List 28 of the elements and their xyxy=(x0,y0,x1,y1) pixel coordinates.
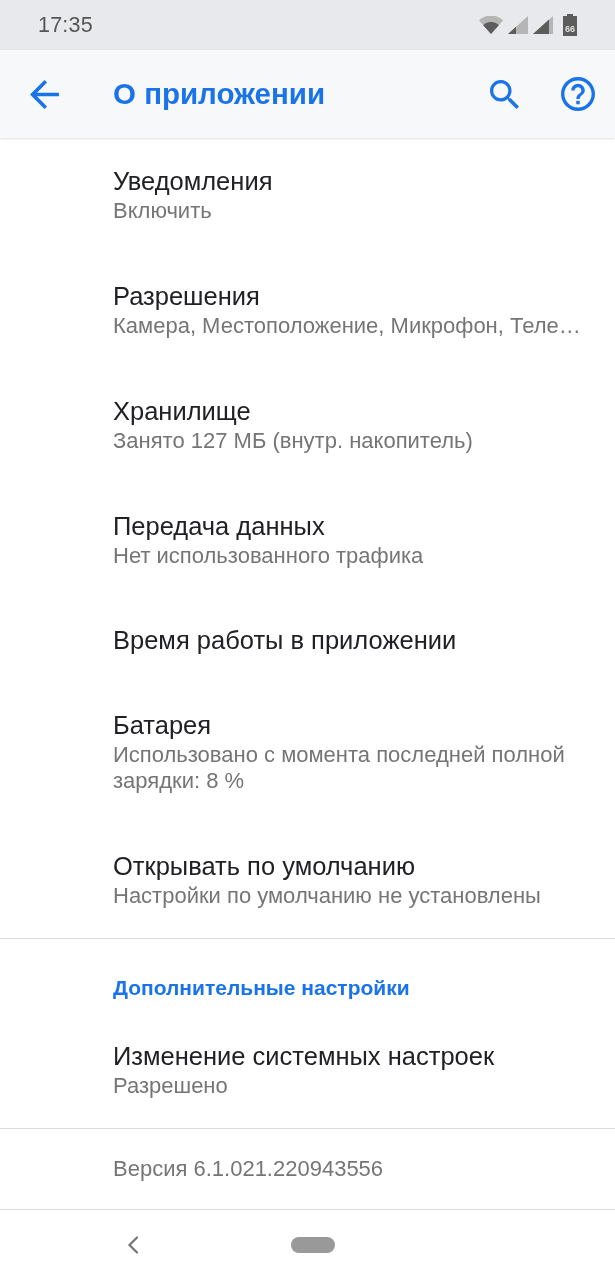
setting-title[interactable]: Хранилище xyxy=(113,396,599,426)
setting-summary: Использовано с момента последней полной зарядки: 8 % xyxy=(113,742,566,794)
battery-percent: 66 xyxy=(565,24,575,34)
screen-title: О приложении xyxy=(113,77,327,111)
back-button[interactable] xyxy=(30,79,59,109)
search-button[interactable] xyxy=(490,79,519,109)
setting-title[interactable]: Уведомления xyxy=(113,166,599,196)
version-text: Версия 6.1.021.220943556 xyxy=(113,1156,384,1182)
signal-icon xyxy=(508,16,528,34)
setting-title[interactable]: Открывать по умолчанию xyxy=(113,851,599,881)
help-button[interactable] xyxy=(561,77,595,111)
setting-summary: Камера, Местоположение, Микрофон, Теле… xyxy=(113,313,582,339)
setting-title[interactable]: Время работы в приложении xyxy=(113,625,599,655)
status-time: 17:35 xyxy=(38,12,93,38)
setting-summary: Включить xyxy=(113,198,213,224)
setting-title[interactable]: Разрешения xyxy=(113,281,599,311)
setting-title[interactable]: Батарея xyxy=(113,710,599,740)
setting-title[interactable]: Передача данных xyxy=(113,511,599,541)
home-button[interactable] xyxy=(291,1237,335,1253)
back-icon[interactable] xyxy=(127,1236,139,1254)
setting-summary: Занято 127 МБ (внутр. накопитель) xyxy=(113,428,474,454)
section-header: Дополнительные настройки xyxy=(112,975,411,1001)
setting-summary: Разрешено xyxy=(113,1073,229,1099)
setting-title[interactable]: Изменение системных настроек xyxy=(113,1041,599,1071)
setting-summary: Нет использованного трафика xyxy=(113,543,425,569)
signal-icon xyxy=(533,16,553,34)
setting-summary: Настройки по умолчанию не установлены xyxy=(113,883,542,909)
wifi-icon xyxy=(479,16,503,34)
